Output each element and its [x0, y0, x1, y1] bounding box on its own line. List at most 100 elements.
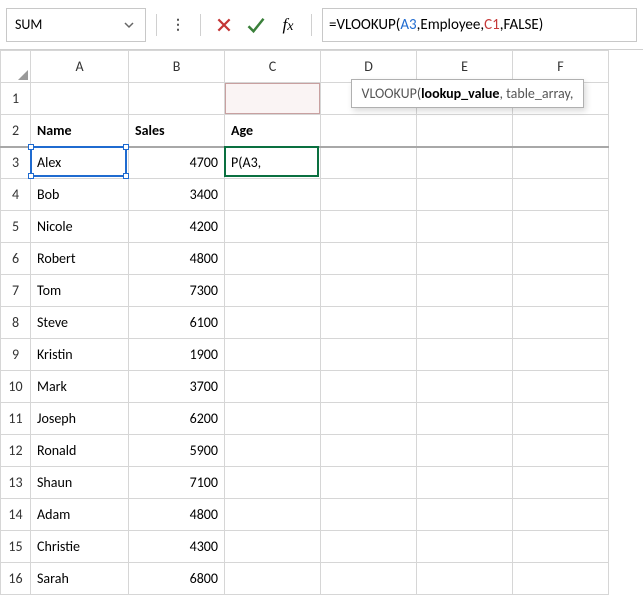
cell[interactable] — [129, 83, 225, 115]
cell[interactable]: Sales — [129, 115, 225, 147]
row-header[interactable]: 10 — [1, 371, 31, 403]
cell[interactable] — [321, 307, 417, 339]
cell[interactable]: Mark — [31, 371, 129, 403]
cell[interactable] — [417, 531, 513, 563]
cell[interactable]: 3700 — [129, 371, 225, 403]
cell[interactable] — [417, 435, 513, 467]
cell[interactable]: Nicole — [31, 211, 129, 243]
row-header[interactable]: 2 — [1, 115, 31, 147]
cell[interactable] — [31, 83, 129, 115]
cell[interactable]: 7100 — [129, 467, 225, 499]
cell[interactable] — [513, 307, 609, 339]
column-header[interactable]: B — [129, 51, 225, 83]
cell[interactable] — [417, 403, 513, 435]
cell[interactable] — [225, 403, 321, 435]
name-box[interactable]: SUM — [6, 8, 146, 42]
cell[interactable] — [417, 307, 513, 339]
cell[interactable]: 4800 — [129, 243, 225, 275]
cell[interactable]: 6200 — [129, 403, 225, 435]
cell[interactable] — [225, 371, 321, 403]
cell[interactable]: Robert — [31, 243, 129, 275]
row-header[interactable]: 14 — [1, 499, 31, 531]
cell[interactable] — [417, 115, 513, 147]
cell[interactable]: Shaun — [31, 467, 129, 499]
row-header[interactable]: 7 — [1, 275, 31, 307]
cell[interactable] — [513, 403, 609, 435]
cell[interactable]: 4200 — [129, 211, 225, 243]
cell[interactable] — [225, 563, 321, 595]
cell[interactable]: Adam — [31, 499, 129, 531]
column-header[interactable]: A — [31, 51, 129, 83]
row-header[interactable]: 8 — [1, 307, 31, 339]
cell[interactable]: Joseph — [31, 403, 129, 435]
row-header[interactable]: 6 — [1, 243, 31, 275]
cell[interactable] — [321, 211, 417, 243]
cell[interactable] — [225, 179, 321, 211]
cell[interactable] — [321, 243, 417, 275]
cell[interactable] — [321, 499, 417, 531]
cell[interactable] — [417, 371, 513, 403]
cell[interactable] — [321, 275, 417, 307]
cell[interactable] — [225, 243, 321, 275]
cell[interactable]: Steve — [31, 307, 129, 339]
cell[interactable]: 3400 — [129, 179, 225, 211]
cell[interactable] — [513, 179, 609, 211]
cell[interactable]: Bob — [31, 179, 129, 211]
chevron-down-icon[interactable] — [123, 18, 137, 32]
cell[interactable] — [513, 467, 609, 499]
cell[interactable]: 4800 — [129, 499, 225, 531]
cell[interactable] — [417, 211, 513, 243]
cell[interactable] — [321, 531, 417, 563]
cell[interactable]: Alex — [31, 147, 129, 179]
cell[interactable] — [513, 499, 609, 531]
column-header[interactable]: C — [225, 51, 321, 83]
cell[interactable] — [225, 83, 321, 115]
cell[interactable]: P(A3, — [225, 147, 321, 179]
cell[interactable]: Tom — [31, 275, 129, 307]
row-header[interactable]: 9 — [1, 339, 31, 371]
cell[interactable]: 7300 — [129, 275, 225, 307]
formula-bar[interactable]: =VLOOKUP(A3,Employee,C1,FALSE) — [322, 8, 637, 42]
cell[interactable] — [513, 243, 609, 275]
row-header[interactable]: 11 — [1, 403, 31, 435]
row-header[interactable]: 15 — [1, 531, 31, 563]
cell[interactable] — [417, 499, 513, 531]
row-header[interactable]: 3 — [1, 147, 31, 179]
cell[interactable]: 6800 — [129, 563, 225, 595]
cell[interactable] — [417, 563, 513, 595]
cell[interactable] — [417, 275, 513, 307]
function-tooltip[interactable]: VLOOKUP(lookup_value, table_array, — [351, 79, 585, 108]
cell[interactable]: Christie — [31, 531, 129, 563]
cell[interactable]: 5900 — [129, 435, 225, 467]
cell[interactable] — [225, 211, 321, 243]
cell[interactable] — [321, 467, 417, 499]
select-all-corner[interactable] — [1, 51, 31, 83]
cell[interactable] — [321, 339, 417, 371]
more-icon[interactable]: ⋮ — [167, 16, 190, 33]
cell[interactable] — [225, 467, 321, 499]
cell[interactable]: 1900 — [129, 339, 225, 371]
cell[interactable] — [225, 275, 321, 307]
cell[interactable] — [225, 307, 321, 339]
accept-button[interactable] — [243, 12, 269, 38]
cell[interactable] — [321, 563, 417, 595]
cell[interactable] — [321, 403, 417, 435]
cell[interactable]: 4300 — [129, 531, 225, 563]
row-header[interactable]: 5 — [1, 211, 31, 243]
cell[interactable] — [417, 243, 513, 275]
row-header[interactable]: 1 — [1, 83, 31, 115]
cell[interactable] — [513, 435, 609, 467]
cell[interactable] — [321, 179, 417, 211]
cell[interactable] — [513, 339, 609, 371]
row-header[interactable]: 12 — [1, 435, 31, 467]
cell[interactable] — [513, 211, 609, 243]
cell[interactable] — [417, 339, 513, 371]
cell[interactable] — [225, 339, 321, 371]
spreadsheet-grid[interactable]: A B C D E F 12NameSalesAge3Alex4700P(A3,… — [0, 50, 609, 595]
cell[interactable]: Ronald — [31, 435, 129, 467]
cell[interactable] — [321, 435, 417, 467]
cell[interactable]: 4700 — [129, 147, 225, 179]
cell[interactable] — [513, 275, 609, 307]
cell[interactable] — [513, 563, 609, 595]
cell[interactable] — [321, 115, 417, 147]
